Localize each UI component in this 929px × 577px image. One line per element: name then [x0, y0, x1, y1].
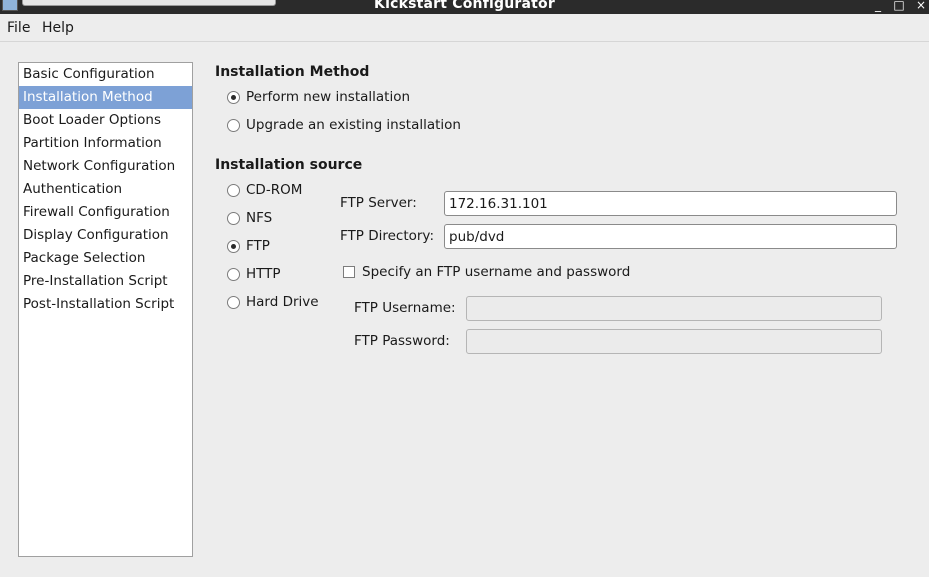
ftp-auth-checkbox[interactable] [343, 266, 355, 278]
radio-http[interactable] [227, 268, 240, 281]
ftp-directory-input[interactable] [444, 224, 897, 249]
ftp-directory-label: FTP Directory: [340, 228, 434, 244]
ftp-username-input[interactable] [466, 296, 882, 321]
ftp-server-input[interactable] [444, 191, 897, 216]
sidebar-item-partition-information[interactable]: Partition Information [19, 132, 192, 155]
radio-nfs[interactable] [227, 212, 240, 225]
ftp-label[interactable]: FTP [246, 238, 270, 254]
radio-ftp[interactable] [227, 240, 240, 253]
sidebar-item-display-configuration[interactable]: Display Configuration [19, 224, 192, 247]
radio-upgrade-existing-installation[interactable] [227, 119, 240, 132]
ftp-password-label: FTP Password: [354, 333, 450, 349]
minimize-icon[interactable]: _ [870, 0, 886, 13]
title-bar: Kickstart Configurator _ □ × [0, 0, 929, 14]
window-title: Kickstart Configurator [374, 0, 555, 12]
installation-source-heading: Installation source [215, 157, 363, 173]
sidebar-item-package-selection[interactable]: Package Selection [19, 247, 192, 270]
sidebar-item-installation-method[interactable]: Installation Method [19, 86, 192, 109]
maximize-icon[interactable]: □ [891, 0, 907, 13]
http-label[interactable]: HTTP [246, 266, 281, 282]
ftp-auth-checkbox-label[interactable]: Specify an FTP username and password [362, 264, 630, 280]
close-icon[interactable]: × [913, 0, 929, 13]
perform-new-installation-label[interactable]: Perform new installation [246, 89, 410, 105]
sidebar-item-pre-installation-script[interactable]: Pre-Installation Script [19, 270, 192, 293]
menu-bar: File Help [0, 14, 929, 42]
menu-help[interactable]: Help [42, 20, 74, 36]
sidebar-item-basic-configuration[interactable]: Basic Configuration [19, 63, 192, 86]
ftp-password-input[interactable] [466, 329, 882, 354]
ftp-username-label: FTP Username: [354, 300, 456, 316]
sidebar-item-authentication[interactable]: Authentication [19, 178, 192, 201]
radio-cdrom[interactable] [227, 184, 240, 197]
sidebar-item-firewall-configuration[interactable]: Firewall Configuration [19, 201, 192, 224]
upgrade-existing-installation-label[interactable]: Upgrade an existing installation [246, 117, 461, 133]
ftp-server-label: FTP Server: [340, 195, 417, 211]
sidebar-item-post-installation-script[interactable]: Post-Installation Script [19, 293, 192, 316]
sidebar-item-network-configuration[interactable]: Network Configuration [19, 155, 192, 178]
sidebar: Basic Configuration Installation Method … [18, 62, 193, 557]
hard-drive-label[interactable]: Hard Drive [246, 294, 319, 310]
menu-file[interactable]: File [7, 20, 30, 36]
radio-perform-new-installation[interactable] [227, 91, 240, 104]
cdrom-label[interactable]: CD-ROM [246, 182, 302, 198]
sidebar-item-boot-loader-options[interactable]: Boot Loader Options [19, 109, 192, 132]
radio-hard-drive[interactable] [227, 296, 240, 309]
nfs-label[interactable]: NFS [246, 210, 272, 226]
installation-method-heading: Installation Method [215, 64, 370, 80]
